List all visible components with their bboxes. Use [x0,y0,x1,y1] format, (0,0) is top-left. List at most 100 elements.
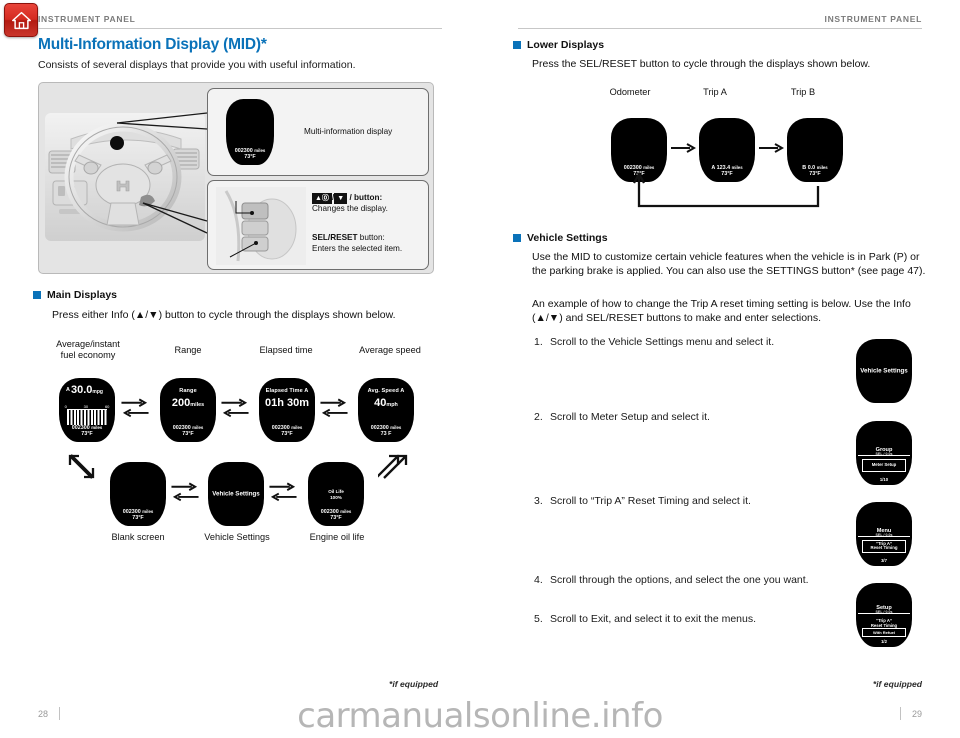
bullet-square-icon [33,291,41,299]
callout-steering-buttons: ▲⓪ / ▼ / button: Changes the display. SEL/… [207,180,429,270]
range-value: 200miles [171,396,205,409]
step4-divider [858,613,910,615]
step-item-1: 1. Scroll to the Vehicle Settings menu a… [534,336,775,348]
caption-odometer: Odometer [609,87,651,97]
running-head-right: INSTRUMENT PANEL [824,14,922,24]
info-button-desc: Changes the display. [312,204,388,214]
arrow-odometer-to-trip-a [671,143,696,153]
caption-range: Range [174,345,202,355]
mid-odometer-row: 002300 miles 73 F [370,425,402,438]
page-title: Multi-Information Display (MID)* [38,36,267,53]
page-number-right: 29 [899,707,922,720]
caption-blank-screen: Blank screen [111,532,165,542]
mid-screen-average-speed: Avg. Speed A 40mph 002300 miles 73 F [358,378,414,442]
arrow-pair-2 [221,398,249,418]
arrow-pair-5 [269,482,297,502]
caption-fuel-economy: Average/instant fuel economy [56,339,120,361]
mid-screen-elapsed-time: Elapsed Time A 01h 30m 002300 miles 73°F [259,378,315,442]
mid-step3-trip-a-reset-timing: Menu SEL / 0.0s “Trip A” Reset Timing 3/… [856,502,912,566]
step2-divider [858,454,910,456]
mid-step1-vehicle-settings: Vehicle Settings [856,339,912,403]
mid-preview-bottom: 002300 miles 73°F [234,147,266,161]
footnote-left: *if equipped [389,679,439,689]
caption-trip-a: Trip A [703,87,727,97]
mid-odometer-row: 002300 miles 73°F [271,425,303,438]
folio-divider [59,707,61,720]
caption-engine-oil-life: Engine oil life [309,532,365,542]
left-page-column: INSTRUMENT PANEL Multi-Information Displ… [0,0,480,738]
mid-screen-vehicle-settings: Vehicle Settings [208,462,264,526]
fuel-economy-bargraph [66,408,108,426]
info-up-icon: ▲⓪ [312,193,332,205]
step4-page-indicator: 1/2 [881,639,887,645]
step-item-3: 3. Scroll to “Trip A” Reset Timing and s… [534,495,751,507]
mid-screen-engine-oil-life: Oil Life 100% 002300 miles 73°F [308,462,364,526]
manual-page: INSTRUMENT PANEL Multi-Information Displ… [0,0,960,738]
step3-selected-item: “Trip A” Reset Timing [862,540,906,553]
vehicle-settings-label: Vehicle Settings [212,490,260,498]
info-down-icon: ▼ [334,193,348,205]
step-item-5: 5. Scroll to Exit, and select it to exit… [534,613,757,625]
heading-lower-displays: Lower Displays [513,39,604,51]
caption-elapsed-time: Elapsed time [259,345,313,355]
arrow-pair-4 [171,482,199,502]
header-rule-left [38,28,442,29]
right-page-column: INSTRUMENT PANEL Lower Displays Press th… [480,0,960,738]
folio-divider [899,707,901,720]
bullet-square-icon [513,41,521,49]
vehicle-settings-paragraph-1: Use the MID to customize certain vehicle… [532,251,926,278]
mid-screen-fuel-economy: A 30.0mpg 0 30 60 002300 miles 73°F [59,378,115,442]
callout-mid-display: 002300 miles 73°F Multi-information disp… [207,88,429,176]
steering-switch-illustration [216,187,306,265]
step3-page-indicator: 3/7 [881,558,887,564]
header-rule-right [518,28,922,29]
oil-life-readout: Oil Life 100% [328,488,344,501]
step2-page-indicator: 1/10 [879,477,889,483]
step3-divider [858,535,910,537]
step-item-2: 2. Scroll to Meter Setup and select it. [534,411,710,423]
mid-preview-screen: 002300 miles 73°F [226,99,274,165]
caption-vehicle-settings: Vehicle Settings [204,532,270,542]
step-item-4: 4. Scroll through the options, and selec… [534,574,809,586]
page-number-left: 28 [38,707,61,720]
average-speed-value: 40mph [374,396,398,409]
step1-label: Vehicle Settings [860,367,908,375]
mid-odometer-row: 002300 miles 73°F [172,425,204,438]
running-head-left: INSTRUMENT PANEL [38,14,136,24]
mid-odometer-row: 002300 miles 73°F [71,425,103,438]
intro-paragraph: Consists of several displays that provid… [38,59,356,71]
lower-displays-description: Press the SEL/RESET button to cycle thro… [532,58,871,70]
elapsed-time-value: 01h 30m [264,396,310,409]
callout-label-mid: Multi-information display [304,127,393,136]
step2-selected-item: Meter Setup [862,459,906,472]
main-displays-description: Press either Info (▲/▼) button to cycle … [52,309,396,321]
mid-step4-with-refuel: Setup SEL / 0.0s “Trip A” Reset Timing W… [856,583,912,647]
callout-label-sel-reset: SEL/RESET button: Enters the selected it… [312,233,403,253]
info-button-label: / button: [349,193,383,202]
step4-selected-option: With Refuel [862,627,906,637]
arrow-trip-a-to-trip-b [759,143,784,153]
footnote-right: *if equipped [872,679,922,689]
heading-main-displays: Main Displays [33,289,117,301]
mid-odometer-row: 002300 miles 73°F [122,509,154,522]
caption-average-speed: Average speed [359,345,421,355]
elapsed-time-title: Elapsed Time A [265,388,309,395]
mid-screen-range: Range 200miles 002300 miles 73°F [160,378,216,442]
arrow-loop-back-to-odometer [632,171,820,208]
callout-label-info-button: ▲⓪ / ▼ / button: Changes the display. [312,193,388,214]
arrow-diagonal-left [68,454,95,479]
range-title: Range [179,388,197,395]
arrow-diagonal-right [378,454,408,479]
mid-odometer-row: 002300 miles 73°F [320,509,352,522]
fuel-economy-value: 30.0mpg [71,384,103,396]
bullet-square-icon [513,234,521,242]
mid-screen-blank: 002300 miles 73°F [110,462,166,526]
average-speed-title: Avg. Speed A [367,388,405,395]
mid-location-figure: 002300 miles 73°F Multi-information disp… [38,82,434,274]
arrow-pair-1 [121,398,149,418]
vehicle-settings-paragraph-2: An example of how to change the Trip A r… [532,298,911,325]
mid-step2-meter-setup: Group SEL / 0.0s Meter Setup 1/10 [856,421,912,485]
heading-vehicle-settings: Vehicle Settings [513,232,608,244]
arrow-pair-3 [320,398,348,418]
caption-trip-b: Trip B [790,87,816,97]
